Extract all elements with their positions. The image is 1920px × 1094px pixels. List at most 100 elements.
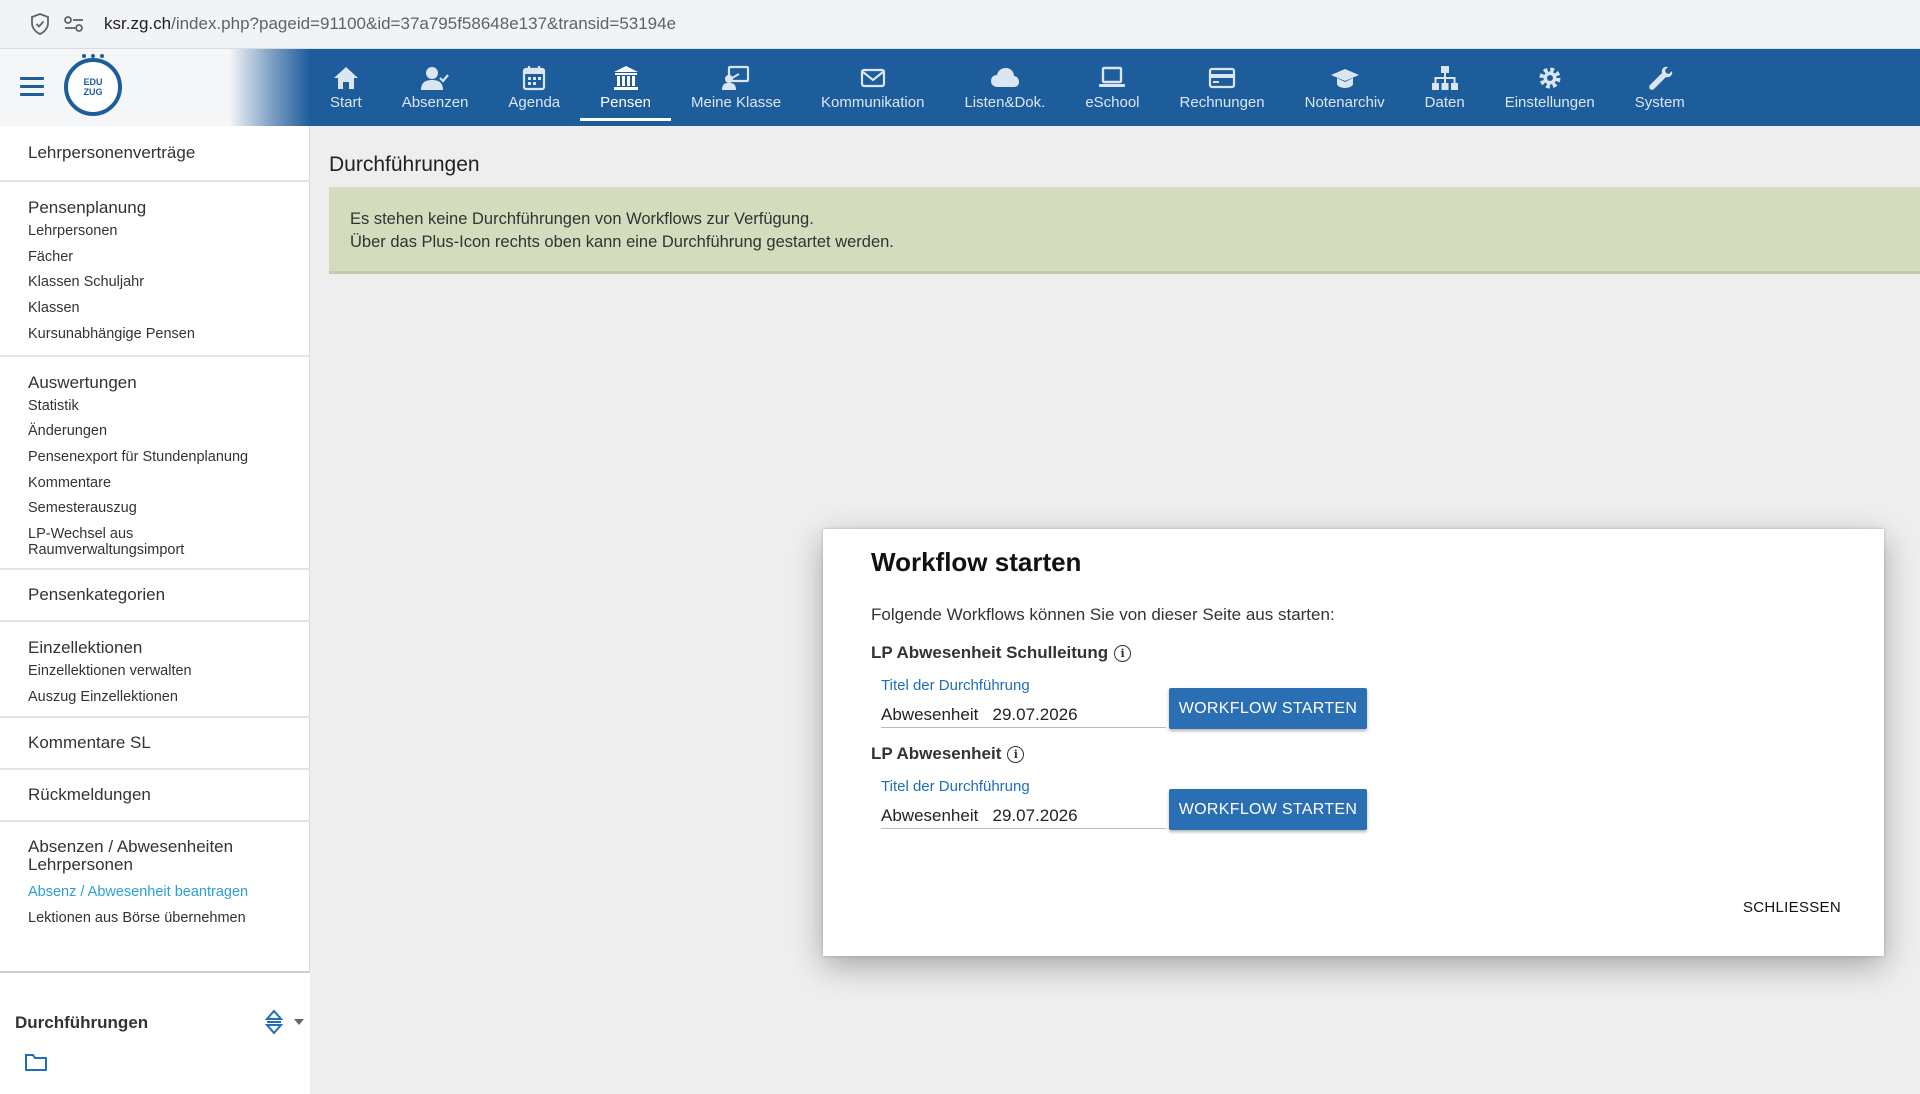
- sidebar-section-pensenkategorien: Pensenkategorien: [0, 570, 309, 623]
- nav-daten[interactable]: Daten: [1405, 49, 1485, 126]
- workflow-start-button[interactable]: WORKFLOW STARTEN: [1169, 789, 1367, 830]
- sidebar-item-rueckmeldungen[interactable]: Rückmeldungen: [28, 785, 151, 805]
- nav-notenarchiv-label: Notenarchiv: [1304, 94, 1385, 111]
- nav-pensen-label: Pensen: [600, 94, 651, 111]
- main-nav: Start Absenzen Agenda Pensen Meine Klass…: [310, 49, 1705, 126]
- nav-einstellungen[interactable]: Einstellungen: [1485, 49, 1615, 126]
- notice-line-1: Es stehen keine Durchführungen von Workf…: [350, 210, 814, 228]
- credit-card-icon: [1208, 67, 1236, 89]
- workflow-item: LP Abwesenheit i Titel der Durchführung …: [871, 744, 1571, 830]
- sidebar-item-statistik[interactable]: Statistik: [28, 394, 281, 420]
- nav-agenda[interactable]: Agenda: [488, 49, 580, 126]
- mail-icon: [860, 68, 885, 88]
- sidebar-item-kursunabhaengige-pensen[interactable]: Kursunabhängige Pensen: [28, 322, 281, 348]
- durchfuehrungen-panel-title: Durchführungen: [15, 1013, 149, 1032]
- nav-kommunikation-label: Kommunikation: [821, 94, 925, 111]
- folder-icon[interactable]: [24, 1051, 48, 1073]
- sidebar-item-lp-wechsel-line1: LP-Wechsel aus: [28, 526, 134, 543]
- laptop-icon: [1099, 66, 1126, 87]
- sidebar-heading-absenzen-line2: Lehrpersonen: [28, 855, 133, 875]
- chevron-down-icon[interactable]: [294, 1019, 304, 1025]
- sidebar-item-klassen-schuljahr[interactable]: Klassen Schuljahr: [28, 270, 281, 296]
- sidebar-item-semesterauszug[interactable]: Semesterauszug: [28, 496, 281, 522]
- workflow-name-text: LP Abwesenheit: [871, 744, 1002, 763]
- nav-einstellungen-label: Einstellungen: [1504, 94, 1595, 111]
- sidebar-item-lehrpersonenvertraege[interactable]: Lehrpersonenverträge: [28, 143, 195, 163]
- dialog-intro: Folgende Workflows können Sie von dieser…: [871, 605, 1335, 624]
- title-field-label: Titel der Durchführung: [881, 677, 1030, 694]
- logo-text-zug: ZUG: [83, 87, 103, 97]
- info-icon[interactable]: i: [1007, 745, 1025, 763]
- notice-line-2: Über das Plus-Icon rechts oben kann eine…: [350, 233, 894, 251]
- durchfuehrungen-panel: Durchführungen: [0, 971, 310, 1094]
- browser-url-bar: ksr.zg.ch/index.php?pageid=91100&id=37a7…: [0, 0, 1920, 49]
- nav-eschool[interactable]: eSchool: [1065, 49, 1159, 126]
- sidebar-heading-absenzen[interactable]: Absenzen / Abwesenheiten Lehrpersonen: [28, 838, 281, 874]
- title-input[interactable]: [881, 794, 1166, 826]
- home-icon: [333, 67, 358, 89]
- sidebar-section-lehrpersonenvertraege: Lehrpersonenverträge: [0, 126, 309, 182]
- title-input[interactable]: [881, 693, 1166, 725]
- sidebar-item-pensenkategorien[interactable]: Pensenkategorien: [28, 585, 165, 605]
- workflow-start-button[interactable]: WORKFLOW STARTEN: [1169, 688, 1367, 729]
- sidebar-item-aenderungen[interactable]: Änderungen: [28, 419, 281, 445]
- nav-eschool-label: eSchool: [1085, 94, 1140, 111]
- shield-icon[interactable]: [26, 10, 54, 38]
- sidebar-item-kommentare[interactable]: Kommentare: [28, 471, 281, 497]
- sidebar-item-pensenexport[interactable]: Pensenexport für Stundenplanung: [28, 445, 281, 471]
- brand-area: EDU ZUG: [0, 49, 310, 126]
- info-icon[interactable]: i: [1114, 644, 1132, 662]
- nav-start[interactable]: Start: [310, 49, 382, 126]
- info-notice: Es stehen keine Durchführungen von Workf…: [329, 187, 1920, 274]
- nav-meine-klasse[interactable]: Meine Klasse: [671, 49, 801, 126]
- nav-rechnungen[interactable]: Rechnungen: [1160, 49, 1285, 126]
- sidebar-item-auszug-einzellektionen[interactable]: Auszug Einzellektionen: [28, 685, 281, 711]
- sidebar-item-kommentare-sl[interactable]: Kommentare SL: [28, 733, 151, 753]
- workflow-item: LP Abwesenheit Schulleitung i Titel der …: [871, 643, 1571, 729]
- sidebar-section-kommentare-sl: Kommentare SL: [0, 718, 309, 771]
- edu-zug-logo[interactable]: EDU ZUG: [64, 54, 122, 116]
- nav-start-label: Start: [330, 94, 362, 111]
- page-title: Durchführungen: [329, 153, 480, 176]
- sidebar-section-absenzen: Absenzen / Abwesenheiten Lehrpersonen Ab…: [0, 822, 309, 941]
- site-settings-icon[interactable]: [60, 10, 88, 38]
- logo-text-edu: EDU: [83, 77, 103, 87]
- nav-listen-dok[interactable]: Listen&Dok.: [944, 49, 1065, 126]
- url-text[interactable]: ksr.zg.ch/index.php?pageid=91100&id=37a7…: [104, 14, 676, 34]
- menu-icon[interactable]: [20, 77, 44, 97]
- workflow-start-dialog: Workflow starten Folgende Workflows könn…: [823, 529, 1884, 956]
- nav-system-label: System: [1634, 94, 1685, 111]
- sidebar-section-pensenplanung: Pensenplanung Lehrpersonen Fächer Klasse…: [0, 182, 309, 357]
- sidebar-section-einzellektionen: Einzellektionen Einzellektionen verwalte…: [0, 622, 309, 719]
- nav-notenarchiv[interactable]: Notenarchiv: [1285, 49, 1405, 126]
- wrench-icon: [1649, 66, 1672, 90]
- user-check-icon: [421, 67, 449, 90]
- sidebar-item-lehrpersonen[interactable]: Lehrpersonen: [28, 219, 281, 245]
- sidebar-heading-absenzen-line1: Absenzen / Abwesenheiten: [28, 837, 234, 857]
- nav-meine-klasse-label: Meine Klasse: [691, 94, 782, 111]
- nav-kommunikation[interactable]: Kommunikation: [801, 49, 944, 126]
- sidebar-item-lektionen-boerse[interactable]: Lektionen aus Börse übernehmen: [28, 906, 281, 932]
- sidebar-item-absenz-beantragen[interactable]: Absenz / Abwesenheit beantragen: [28, 880, 281, 906]
- bank-icon: [613, 66, 638, 90]
- title-field: [881, 693, 1166, 728]
- sidebar-heading-pensenplanung[interactable]: Pensenplanung: [28, 198, 281, 218]
- sidebar-heading-auswertungen[interactable]: Auswertungen: [28, 373, 281, 393]
- sidebar-section-rueckmeldungen: Rückmeldungen: [0, 770, 309, 823]
- sitemap-icon: [1431, 66, 1458, 90]
- nav-rechnungen-label: Rechnungen: [1179, 94, 1265, 111]
- dialog-title: Workflow starten: [871, 547, 1082, 577]
- nav-absenzen[interactable]: Absenzen: [382, 49, 489, 126]
- close-button[interactable]: SCHLIESSEN: [1743, 899, 1841, 916]
- sidebar-heading-einzellektionen[interactable]: Einzellektionen: [28, 638, 281, 658]
- sidebar-item-lp-wechsel[interactable]: LP-Wechsel aus Raumverwaltungsimport: [28, 526, 281, 558]
- nav-system[interactable]: System: [1615, 49, 1705, 126]
- nav-pensen[interactable]: Pensen: [580, 49, 671, 126]
- gear-icon: [1539, 67, 1561, 89]
- sidebar-item-lp-wechsel-line2: Raumverwaltungsimport: [28, 542, 185, 559]
- sort-icon[interactable]: [264, 1009, 284, 1035]
- sidebar-item-faecher[interactable]: Fächer: [28, 245, 281, 271]
- workflow-name: LP Abwesenheit Schulleitung i: [871, 643, 1571, 663]
- sidebar-item-klassen[interactable]: Klassen: [28, 296, 281, 322]
- sidebar-item-einzellektionen-verwalten[interactable]: Einzellektionen verwalten: [28, 659, 281, 685]
